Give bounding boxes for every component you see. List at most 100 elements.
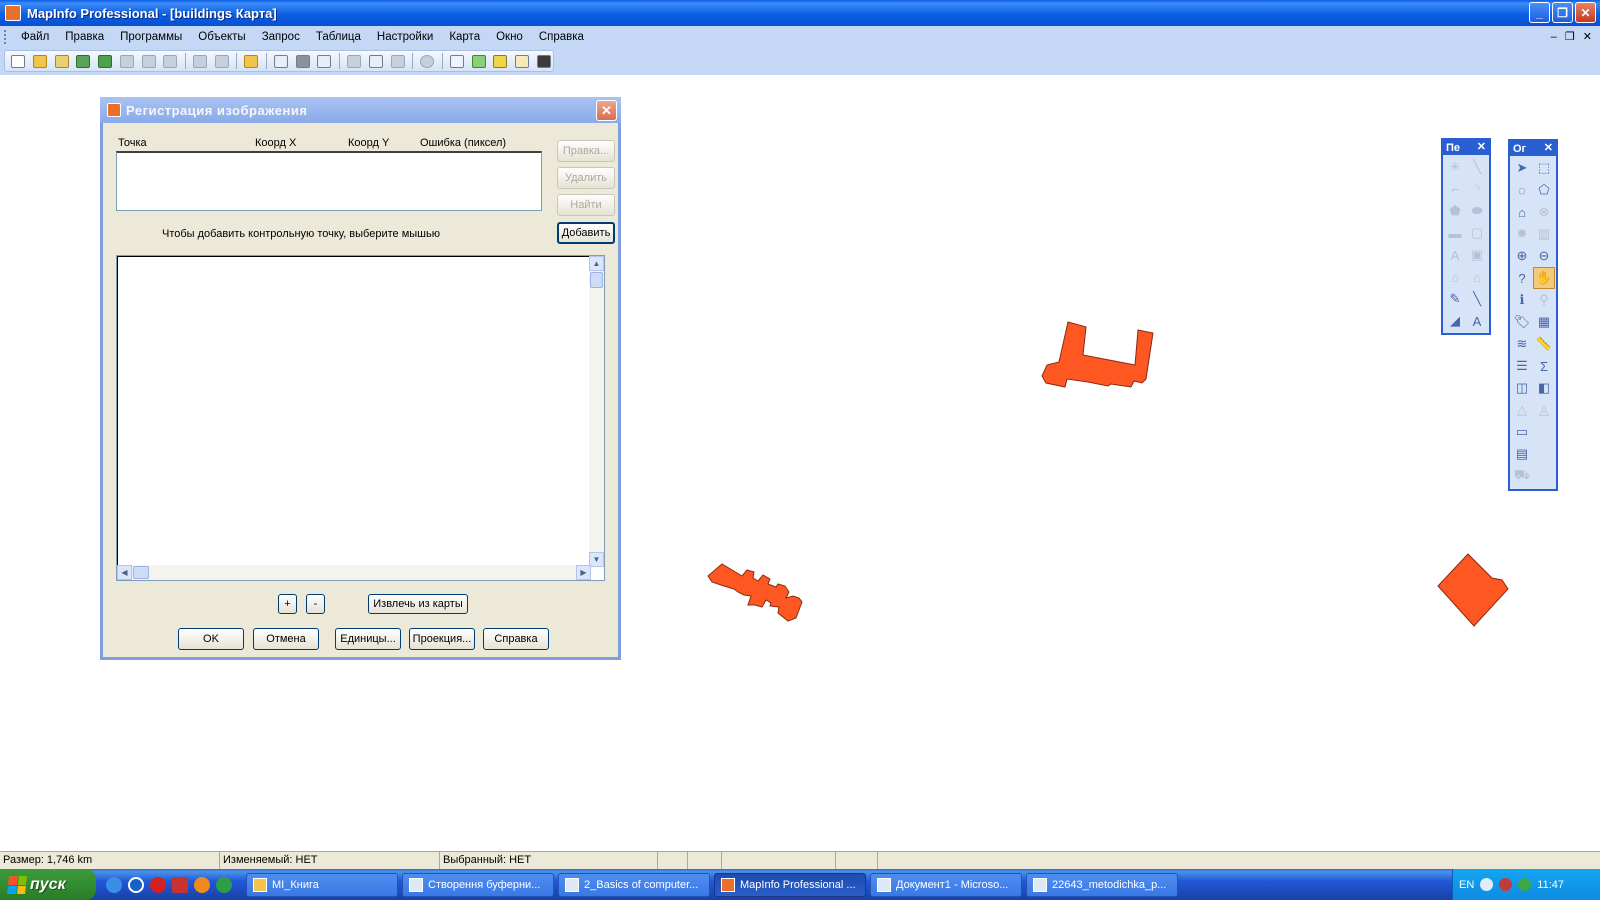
- open-wms-button[interactable]: [118, 52, 137, 70]
- column-header-y[interactable]: Коорд Y: [348, 137, 389, 149]
- text-tool-icon[interactable]: A: [1444, 244, 1466, 266]
- region-style-icon[interactable]: ◢: [1444, 310, 1466, 332]
- menu-query[interactable]: Запрос: [254, 26, 308, 48]
- frame-tool-icon[interactable]: ▣: [1466, 244, 1488, 266]
- find-next-button[interactable]: [161, 52, 180, 70]
- close-button[interactable]: ✕: [1575, 2, 1596, 23]
- cut-button[interactable]: [345, 52, 364, 70]
- map-list-icon[interactable]: ▤: [1511, 443, 1533, 465]
- legend-icon[interactable]: ☰: [1511, 355, 1533, 377]
- menu-objects[interactable]: Объекты: [190, 26, 253, 48]
- clip-region-icon[interactable]: ◧: [1533, 377, 1555, 399]
- drawing-toolbar-title-bar[interactable]: Пе ✕: [1443, 140, 1489, 155]
- start-button[interactable]: пуск: [0, 869, 96, 900]
- paste-button[interactable]: [388, 52, 407, 70]
- task-button[interactable]: Створення буферни...: [402, 872, 554, 897]
- save-workspace-button[interactable]: [212, 52, 231, 70]
- ruler-icon[interactable]: 📏: [1533, 333, 1555, 355]
- task-button[interactable]: 22643_metodichka_p...: [1026, 872, 1178, 897]
- polygon-tool-icon[interactable]: ⬟: [1444, 200, 1466, 222]
- new-layout-button[interactable]: [513, 52, 532, 70]
- undo-button[interactable]: [418, 52, 437, 70]
- task-button[interactable]: 2_Basics of computer...: [558, 872, 710, 897]
- open-workspace-button[interactable]: [52, 52, 71, 70]
- menu-table[interactable]: Таблица: [308, 26, 369, 48]
- firefox-icon[interactable]: [194, 876, 210, 893]
- layer-control-icon[interactable]: ≋: [1511, 333, 1533, 355]
- horizontal-scrollbar[interactable]: ◀ ▶: [117, 565, 591, 580]
- info-tool-icon[interactable]: ℹ: [1511, 289, 1533, 311]
- help-button[interactable]: Справка: [483, 628, 549, 650]
- print-button[interactable]: [293, 52, 312, 70]
- edit-point-button[interactable]: Правка...: [557, 140, 615, 162]
- column-header-x[interactable]: Коорд X: [255, 137, 296, 149]
- hotlink-icon[interactable]: ⚲: [1533, 289, 1555, 311]
- reshape-tool-icon[interactable]: ⌂: [1444, 266, 1466, 288]
- task-button[interactable]: Документ1 - Microso...: [870, 872, 1022, 897]
- scroll-right-arrow-icon[interactable]: ▶: [576, 565, 591, 580]
- save-table-button[interactable]: [191, 52, 210, 70]
- polygon-select-icon[interactable]: ⬠: [1533, 179, 1555, 201]
- projection-button[interactable]: Проекция...: [409, 628, 475, 650]
- utorrent-icon[interactable]: [216, 876, 232, 893]
- ok-button[interactable]: OK: [178, 628, 244, 650]
- rounded-rectangle-tool-icon[interactable]: ▢: [1466, 222, 1488, 244]
- clip-region-off-icon[interactable]: ◬: [1533, 399, 1555, 421]
- minimize-button[interactable]: _: [1529, 2, 1550, 23]
- language-indicator[interactable]: EN: [1459, 879, 1474, 891]
- scroll-left-arrow-icon[interactable]: ◀: [117, 565, 132, 580]
- scroll-up-arrow-icon[interactable]: ▲: [589, 256, 604, 271]
- open-dbms-button[interactable]: [74, 52, 93, 70]
- tray-expand-icon[interactable]: [1480, 878, 1494, 891]
- new-table-button[interactable]: [9, 52, 28, 70]
- overview-icon[interactable]: ⛟: [1511, 465, 1533, 487]
- open-folder-button[interactable]: [242, 52, 261, 70]
- marquee-select-icon[interactable]: ⬚: [1533, 157, 1555, 179]
- download-icon[interactable]: [128, 876, 144, 893]
- vertical-scroll-thumb[interactable]: [590, 272, 603, 288]
- mdi-restore-button[interactable]: ❐: [1565, 26, 1575, 48]
- rectangle-tool-icon[interactable]: ▬: [1444, 222, 1466, 244]
- cancel-button[interactable]: Отмена: [253, 628, 319, 650]
- task-button[interactable]: MapInfo Professional ...: [714, 872, 866, 897]
- main-toolbar-title-bar[interactable]: Ог ✕: [1510, 141, 1556, 156]
- menu-window[interactable]: Окно: [488, 26, 531, 48]
- internet-explorer-icon[interactable]: [106, 876, 122, 893]
- polyline-tool-icon[interactable]: ⌐: [1444, 178, 1466, 200]
- graph-select-icon[interactable]: ▥: [1533, 223, 1555, 245]
- delete-point-button[interactable]: Удалить: [557, 167, 615, 189]
- new-mapper-button[interactable]: [469, 52, 488, 70]
- mdi-close-button[interactable]: ✕: [1583, 26, 1592, 48]
- image-preview-pane[interactable]: ▲ ▼ ◀ ▶: [116, 255, 605, 581]
- drawing-toolbar-close-button[interactable]: ✕: [1477, 140, 1486, 153]
- line-tool-icon[interactable]: ╲: [1466, 156, 1488, 178]
- network-icon[interactable]: [1499, 878, 1513, 891]
- new-redistrict-button[interactable]: [534, 52, 553, 70]
- scroll-down-arrow-icon[interactable]: ▼: [589, 552, 604, 567]
- symbol-style-icon[interactable]: ✎: [1444, 288, 1466, 310]
- set-target-icon[interactable]: ◫: [1511, 377, 1533, 399]
- zoom-in-icon[interactable]: ⊕: [1511, 245, 1533, 267]
- grabber-hand-icon[interactable]: ✋: [1533, 267, 1555, 289]
- units-button[interactable]: Единицы...: [335, 628, 401, 650]
- find-button[interactable]: [139, 52, 158, 70]
- scale-bar-icon[interactable]: ▭: [1511, 421, 1533, 443]
- building-polygon[interactable]: [707, 563, 803, 622]
- export-button[interactable]: [315, 52, 334, 70]
- add-node-tool-icon[interactable]: ⌂: [1466, 266, 1488, 288]
- control-points-list[interactable]: [116, 151, 542, 211]
- radius-select-icon[interactable]: ◌: [1511, 179, 1533, 201]
- text-style-icon[interactable]: A: [1466, 310, 1488, 332]
- symbol-tool-icon[interactable]: ✳: [1444, 156, 1466, 178]
- clock[interactable]: 11:47: [1537, 879, 1564, 891]
- mdi-minimize-button[interactable]: –: [1551, 26, 1557, 48]
- unselect-all-icon[interactable]: ⊗: [1533, 201, 1555, 223]
- copy-button[interactable]: [366, 52, 385, 70]
- find-point-button[interactable]: Найти: [557, 194, 615, 216]
- column-header-point[interactable]: Точка: [118, 137, 147, 149]
- opera-icon[interactable]: [150, 876, 166, 893]
- add-point-button[interactable]: Добавить: [557, 222, 615, 244]
- new-browser-button[interactable]: [448, 52, 467, 70]
- media-icon[interactable]: [172, 876, 188, 893]
- line-style-icon[interactable]: ╲: [1466, 288, 1488, 310]
